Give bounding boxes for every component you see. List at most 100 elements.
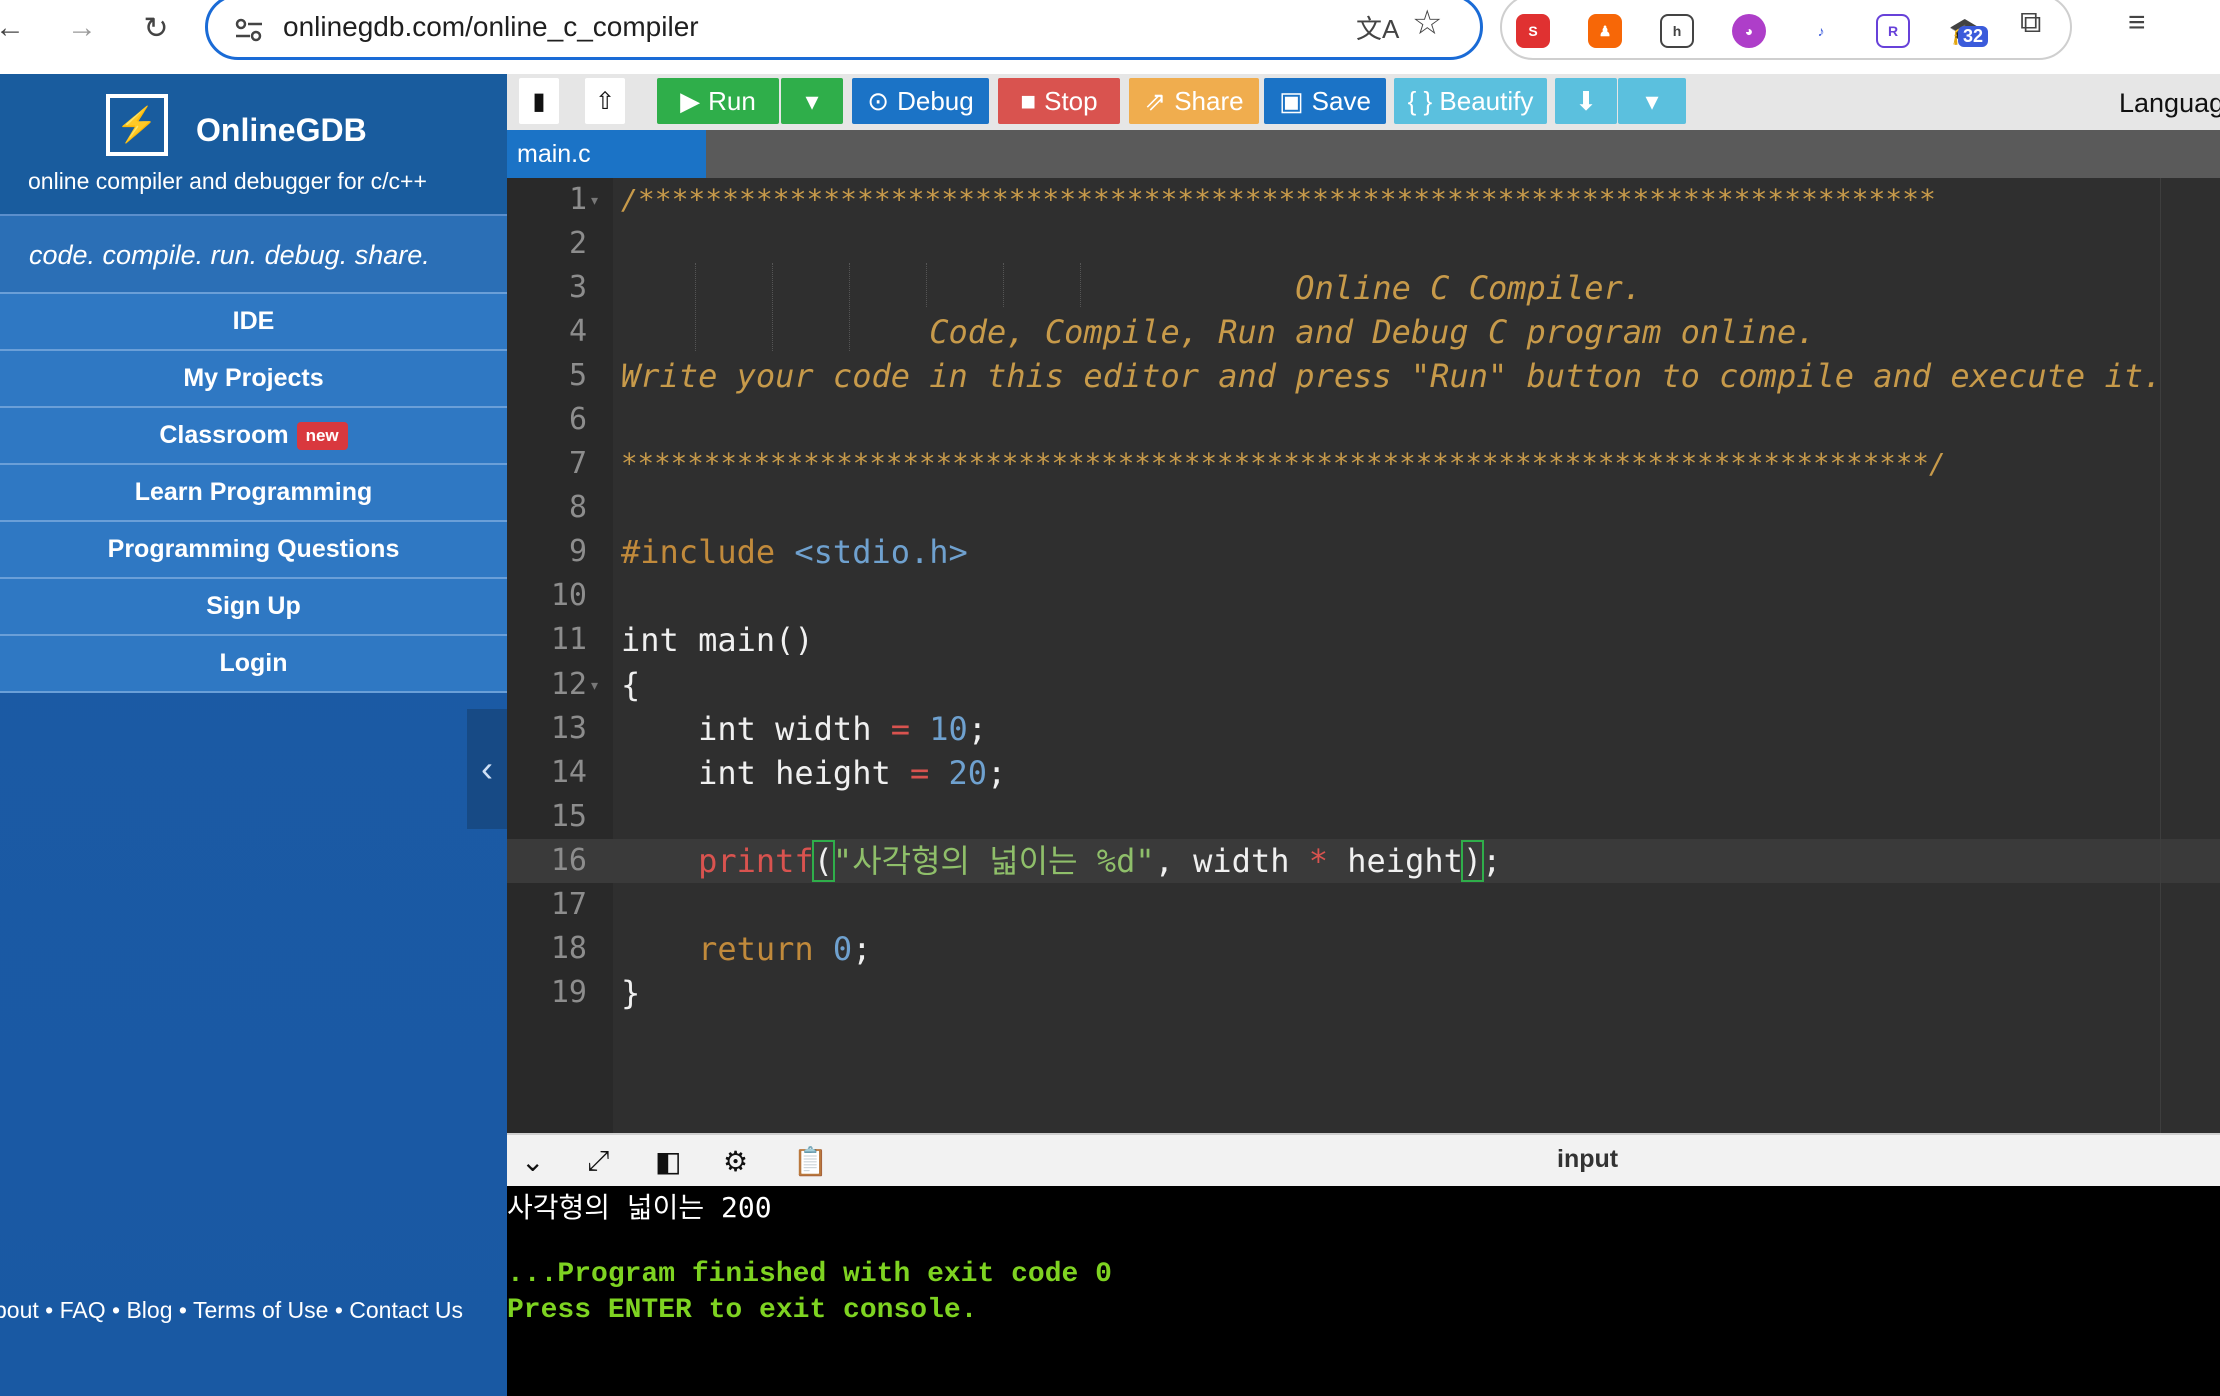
nav-item-learn-programming[interactable]: Learn Programming [0, 463, 507, 520]
footer-link-blog[interactable]: Blog [126, 1297, 172, 1323]
debug-label: Debug [897, 85, 974, 116]
nav-item-ide[interactable]: IDE [0, 292, 507, 349]
stop-icon: ■ [1020, 85, 1037, 116]
code-line-4: Code, Compile, Run and Debug C program o… [621, 313, 1816, 351]
puzzle-icon[interactable]: ⧉ [2020, 6, 2041, 40]
line-number: 9 [568, 534, 587, 569]
beautify-button[interactable]: { } Beautify [1394, 78, 1547, 124]
beautify-label: { } Beautify [1407, 85, 1534, 116]
fold-arrow-icon[interactable]: ▾ [591, 192, 598, 209]
nav-item-my-projects[interactable]: My Projects [0, 349, 507, 406]
file-tab-bar: main.c [507, 130, 2220, 178]
media-controls-icon[interactable]: ≡ [2128, 6, 2146, 40]
code-line-19: } [621, 974, 641, 1012]
matched-bracket: ) [1460, 840, 1485, 882]
code-operator: = [890, 710, 910, 748]
code-line-1: /***************************************… [621, 183, 1936, 216]
line-number: 8 [568, 490, 587, 525]
code-token: ; [852, 930, 872, 968]
save-button[interactable]: ▣ Save [1264, 78, 1386, 124]
code-line-16: printf("사각형의 넓이는 %d", width * height); [621, 839, 1501, 883]
input-tab[interactable]: input [1557, 1145, 1618, 1174]
footer-separator: • [178, 1297, 187, 1323]
back-icon[interactable]: ← [0, 8, 30, 48]
download-options-dropdown[interactable]: ▾ [1618, 78, 1686, 124]
code-line-12: { [621, 666, 641, 704]
line-number: 2 [568, 226, 587, 261]
code-token: ; [987, 754, 1007, 792]
extension-icon-2[interactable]: ♟ [1588, 14, 1622, 48]
footer-separator: • [112, 1297, 121, 1323]
code-line-7: ****************************************… [621, 448, 1946, 480]
footer-link-about[interactable]: bout [0, 1297, 39, 1323]
code-line-3: Online C Compiler. [621, 269, 1643, 307]
brand-name[interactable]: OnlineGDB [196, 112, 367, 149]
collapse-sidebar-button[interactable]: ‹ [467, 709, 507, 829]
extension-count-badge: 32 [1958, 26, 1989, 47]
extension-icon-6[interactable]: R [1876, 14, 1910, 48]
sidebar: ⚡ OnlineGDB online compiler and debugger… [0, 74, 507, 1396]
run-label: Run [708, 85, 756, 116]
code-number: 0 [832, 930, 853, 968]
code-line-13: int width = 10; [621, 707, 987, 751]
code-token: , width [1154, 842, 1309, 880]
bookmark-star-icon[interactable]: ☆ [1412, 3, 1442, 43]
share-button[interactable]: ⇗ Share [1129, 78, 1259, 124]
layout-icon[interactable]: ◧ [655, 1145, 681, 1178]
address-bar[interactable]: onlinegdb.com/online_c_compiler 文A ☆ [205, 0, 1483, 60]
debug-button[interactable]: ⊙ Debug [852, 78, 989, 124]
url-text[interactable]: onlinegdb.com/online_c_compiler [283, 11, 699, 43]
upload-icon[interactable]: ⇧ [585, 78, 625, 124]
line-number: 10 [550, 578, 587, 613]
line-number: 19 [550, 975, 587, 1010]
forward-icon[interactable]: → [62, 8, 102, 48]
chevron-left-icon: ‹ [481, 748, 493, 789]
new-file-icon[interactable]: ▮ [519, 78, 559, 124]
line-number: 5 [568, 358, 587, 393]
code-line-9: #include <stdio.h> [621, 530, 968, 574]
press-enter-line: Press ENTER to exit console. [507, 1295, 978, 1326]
extension-icon-5[interactable]: ♪ [1804, 14, 1838, 48]
extension-icon-4[interactable]: ◕ [1732, 14, 1766, 48]
gear-icon[interactable]: ⚙ [723, 1145, 748, 1178]
expand-icon[interactable]: ⤢ [587, 1145, 609, 1178]
seo-extension-icon[interactable]: S [1516, 14, 1550, 48]
run-button[interactable]: ▶ Run [657, 78, 779, 124]
line-number: 4 [568, 314, 587, 349]
code-line-14: int height = 20; [621, 751, 1006, 795]
extension-icon-3[interactable]: h [1660, 14, 1694, 48]
clipboard-icon[interactable]: 📋 [793, 1145, 828, 1178]
footer-link-terms[interactable]: Terms of Use [193, 1297, 328, 1323]
console-output[interactable]: 사각형의 넓이는 200 ...Program finished with ex… [507, 1186, 2220, 1396]
share-icon: ⇗ [1144, 85, 1167, 116]
line-number: 1 [568, 182, 587, 217]
line-number: 11 [550, 622, 587, 657]
nav-item-login[interactable]: Login [0, 634, 507, 693]
code-string: "사각형의 넓이는 %d" [832, 842, 1155, 880]
floppy-icon: ▣ [1279, 85, 1304, 116]
reload-icon[interactable]: ↻ [136, 8, 176, 48]
print-margin [2160, 178, 2161, 1133]
code-token: ; [967, 710, 988, 748]
line-number: 3 [568, 270, 587, 305]
lightning-logo-icon[interactable]: ⚡ [106, 94, 168, 156]
nav-item-sign-up[interactable]: Sign Up [0, 577, 507, 634]
download-icon: ⬇ [1575, 85, 1597, 116]
fold-arrow-icon[interactable]: ▾ [591, 677, 598, 694]
download-button[interactable]: ⬇ [1555, 78, 1617, 124]
nav-item-programming-questions[interactable]: Programming Questions [0, 520, 507, 577]
site-settings-icon[interactable] [232, 13, 266, 47]
tab-main-c[interactable]: main.c [507, 130, 706, 178]
run-options-dropdown[interactable]: ▾ [781, 78, 843, 124]
share-label: Share [1174, 85, 1244, 116]
footer-link-faq[interactable]: FAQ [60, 1297, 106, 1323]
chevron-down-icon[interactable]: ⌄ [521, 1145, 544, 1178]
stop-button[interactable]: ■ Stop [998, 78, 1120, 124]
footer-link-contact[interactable]: Contact Us [349, 1297, 463, 1323]
code-function: printf [698, 842, 814, 880]
code-editor[interactable]: 1 2 3 4 5 6 7 8 9 10 11 12 13 14 15 16 1… [507, 178, 2220, 1133]
nav-item-classroom[interactable]: Classroom new [0, 406, 507, 463]
ide-toolbar: ▮ ⇧ ▶ Run ▾ ⊙ Debug ■ Stop ⇗ Share ▣ Save { }… [507, 74, 2220, 130]
translate-icon[interactable]: 文A [1356, 9, 1399, 46]
